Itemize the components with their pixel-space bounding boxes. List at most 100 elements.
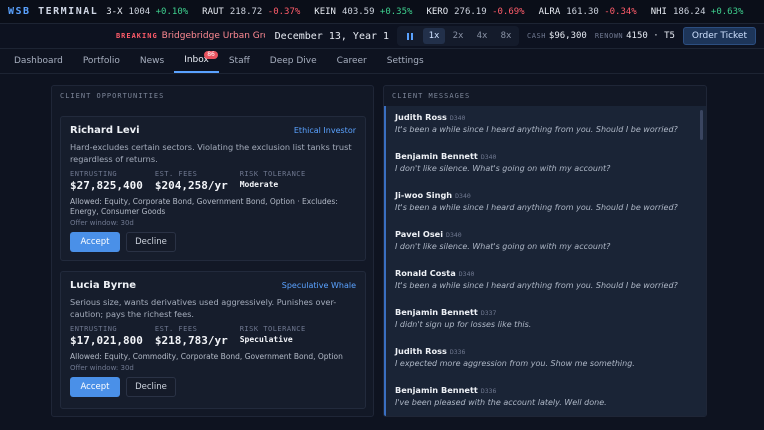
message-item[interactable]: Judith Ross D340 It's been a while since I…: [386, 106, 706, 145]
ticker-symbol: KEIN: [314, 6, 336, 17]
ticker-symbol: ALRA: [538, 6, 561, 17]
opportunity-card: Lucia Byrne Speculative Whale Serious si…: [60, 271, 366, 409]
message-day: D336: [449, 348, 466, 356]
message-item[interactable]: Ronald Costa D340 It's been a while since …: [386, 262, 706, 301]
tab-staff[interactable]: Staff: [219, 49, 260, 73]
speed-controls: 1x 2x 4x 8x: [397, 26, 520, 46]
message-text: I've been pleased with the account latel…: [395, 398, 607, 407]
ticker-item[interactable]: RAUT 218.72 -0.37%: [202, 7, 300, 17]
client-type: Ethical Investor: [293, 126, 356, 135]
ticker-item[interactable]: 3-X 1004 +0.10%: [106, 7, 188, 17]
message-day: D340: [455, 192, 471, 200]
order-ticket-button[interactable]: Order Ticket: [682, 27, 756, 45]
message-day: D340: [480, 153, 497, 161]
opportunity-card: Richard Levi Ethical Investor Hard-exclu…: [60, 116, 366, 261]
message-item[interactable]: Pavel Osei D340 I don't like silence. What…: [386, 223, 706, 262]
message-item[interactable]: Benjamin Bennett D337 I didn't sign up for…: [386, 301, 706, 340]
client-description: Serious size, wants derivatives used agg…: [70, 297, 337, 319]
message-item[interactable]: Benjamin Bennett D336 I've been pleased wi…: [386, 379, 706, 416]
tab-portfolio[interactable]: Portfolio: [73, 49, 130, 73]
risk-metric: RISK TOLERANCE Speculative: [239, 325, 306, 344]
ticker-symbol: 3-X: [106, 6, 123, 17]
panel-title: CLIENT MESSAGES: [392, 92, 471, 100]
ticker-symbol: NHI: [650, 6, 667, 17]
message-list[interactable]: Judith Ross D340 It's been a while since I…: [384, 106, 706, 416]
entrusting-metric: ENTRUSTING $27,825,400: [70, 170, 143, 192]
panel-title: CLIENT OPPORTUNITIES: [60, 92, 165, 100]
inbox-count-badge: 86: [204, 51, 218, 59]
pause-button[interactable]: [399, 28, 421, 44]
message-day: D340: [449, 114, 466, 122]
message-item[interactable]: Benjamin Bennett D340 I don't like silence…: [386, 145, 706, 184]
client-name: Lucia Byrne: [70, 280, 137, 291]
message-text: It's been a while since I heard anything…: [395, 203, 678, 212]
speed-2x-button[interactable]: 2x: [447, 28, 469, 44]
ticker-symbol: RAUT: [202, 6, 224, 17]
decline-button[interactable]: Decline: [126, 377, 176, 397]
ticker-change: -0.69%: [492, 6, 525, 17]
message-text: I expected more aggression from you. Sho…: [395, 359, 635, 368]
game-date: December 13, Year 1: [274, 30, 390, 42]
tab-deep-dive[interactable]: Deep Dive: [260, 49, 327, 73]
status-bar: BREAKING Bridgebridge Urban Group Decemb…: [0, 24, 764, 49]
breaking-headline[interactable]: Bridgebridge Urban Group: [162, 31, 265, 41]
ticker-item[interactable]: KEIN 403.59 +0.35%: [314, 7, 412, 17]
ticker-bar: WSB TERMINAL 3-X 1004 +0.10% RAUT 218.72 -0…: [0, 0, 764, 24]
message-sender: Ji-woo Singh D340: [395, 190, 471, 200]
offer-window: Offer window: 30d: [70, 219, 134, 227]
ticker-symbol: KERO: [426, 6, 449, 17]
tab-dashboard[interactable]: Dashboard: [4, 49, 73, 73]
message-item[interactable]: Ji-woo Singh D340 It's been a while since …: [386, 184, 706, 223]
speed-1x-button[interactable]: 1x: [423, 28, 446, 44]
ticker-list: 3-X 1004 +0.10% RAUT 218.72 -0.37% KEIN 403.5…: [106, 7, 757, 17]
tab-news[interactable]: News: [130, 49, 174, 73]
client-opportunities-panel: CLIENT OPPORTUNITIES Richard Levi Ethica…: [51, 85, 374, 417]
message-day: D337: [480, 309, 497, 317]
ticker-change: +0.35%: [379, 6, 413, 17]
ticker-change: +0.63%: [710, 6, 744, 17]
app-brand: WSB TERMINAL: [8, 6, 99, 17]
ticker-item[interactable]: ALRA 161.30 -0.34%: [539, 7, 637, 17]
message-item[interactable]: Judith Ross D336 I expected more aggressio…: [386, 340, 706, 379]
ticker-price: 218.72: [229, 6, 263, 17]
renown-value: 4150 · T5: [626, 31, 675, 41]
message-sender: Pavel Osei D340: [395, 229, 462, 239]
allowed-assets: Allowed: Equity, Corporate Bond, Governm…: [70, 197, 338, 216]
client-messages-panel: CLIENT MESSAGES Judith Ross D340 It's been…: [383, 85, 707, 417]
fees-metric: EST. FEES $204,258/yr: [154, 170, 228, 192]
client-description: Hard-excludes certain sectors. Violating…: [70, 142, 352, 164]
accept-button[interactable]: Accept: [70, 377, 120, 397]
pause-icon: [407, 32, 414, 40]
decline-button[interactable]: Decline: [126, 232, 176, 252]
risk-metric: RISK TOLERANCE Moderate: [239, 170, 306, 189]
ticker-price: 403.59: [341, 6, 375, 17]
ticker-change: -0.37%: [267, 6, 301, 17]
speed-4x-button[interactable]: 4x: [471, 28, 493, 44]
message-sender: Judith Ross D340: [395, 112, 466, 122]
ticker-item[interactable]: NHI 186.24 +0.63%: [651, 7, 744, 17]
message-sender: Benjamin Bennett D336: [395, 385, 497, 395]
speed-8x-button[interactable]: 8x: [495, 28, 517, 44]
message-day: D340: [446, 231, 462, 239]
cash-label: CASH: [527, 32, 546, 40]
message-sender: Benjamin Bennett D340: [395, 151, 497, 161]
message-sender: Ronald Costa D340: [395, 268, 475, 278]
ticker-price: 161.30: [566, 6, 599, 17]
tab-settings[interactable]: Settings: [377, 49, 434, 73]
message-day: D336: [480, 387, 497, 395]
main-nav: Dashboard Portfolio News Inbox 86 Staff D…: [0, 49, 764, 74]
ticker-price: 276.19: [454, 6, 487, 17]
ticker-price: 186.24: [672, 6, 706, 17]
breaking-tag: BREAKING: [115, 32, 158, 40]
renown-label: RENOWN: [594, 32, 624, 40]
tab-inbox[interactable]: Inbox 86: [174, 49, 219, 73]
message-text: I don't like silence. What's going on wi…: [395, 164, 611, 173]
ticker-price: 1004: [128, 6, 151, 17]
accept-button[interactable]: Accept: [70, 232, 120, 252]
message-list-scrollbar[interactable]: [700, 110, 703, 140]
client-name: Richard Levi: [70, 125, 140, 136]
entrusting-metric: ENTRUSTING $17,021,800: [70, 325, 143, 347]
ticker-item[interactable]: KERO 276.19 -0.69%: [426, 7, 524, 17]
ticker-change: -0.34%: [604, 6, 637, 17]
tab-career[interactable]: Career: [327, 49, 377, 73]
